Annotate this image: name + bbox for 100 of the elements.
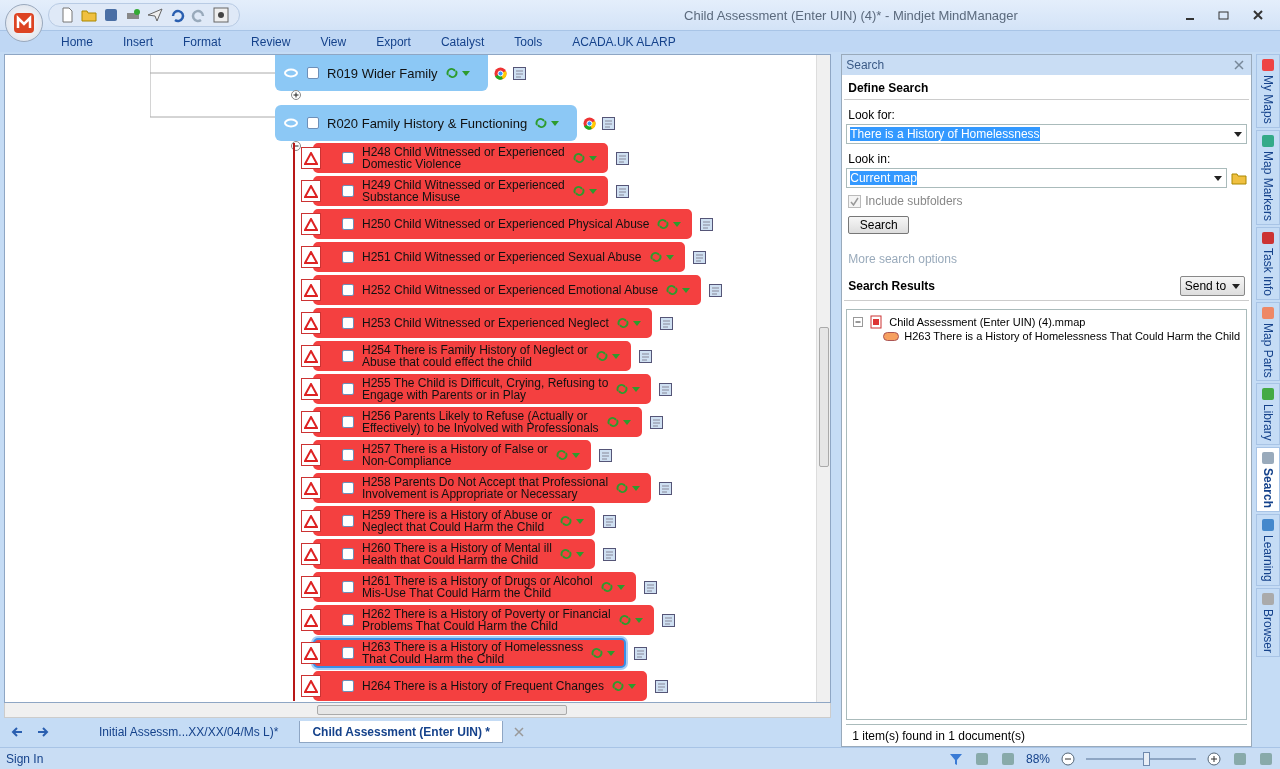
slider-thumb[interactable] [1142,751,1150,766]
topic[interactable]: H258 Parents Do Not Accept that Professional Involvement is Appropriate or Necessary [313,473,652,503]
side-tab[interactable]: Map Parts [1256,301,1280,382]
document-tab[interactable]: Child Assessment (Enter UIN) * [299,721,503,743]
ribbon-tab[interactable]: View [305,34,362,49]
side-tab[interactable]: Search [1256,447,1280,513]
checkbox[interactable] [342,383,354,395]
note-icon[interactable] [661,613,675,627]
checkbox[interactable] [342,350,354,362]
document-icon[interactable] [868,314,885,330]
result-item[interactable]: Child Assessment (Enter UIN) (4).mmap [889,316,1086,328]
topic[interactable]: H263 There is a History of Homelessness That Could Harm the Child [313,638,627,668]
redo-icon[interactable] [191,7,207,23]
collapse-icon[interactable] [853,317,864,327]
topic[interactable]: H261 There is a History of Drugs or Alcohol Mis-Use That Could Harm the Child [313,572,636,602]
undo-icon[interactable] [169,7,185,23]
browser-icon[interactable] [583,116,597,130]
topic[interactable]: H259 There is a History of Abuse or Neglect that Could Harm the Child [313,506,595,536]
collapse-icon[interactable] [291,141,301,151]
expand-icon[interactable] [291,90,301,100]
note-icon[interactable] [634,646,648,660]
note-icon[interactable] [615,151,629,165]
caret-icon[interactable] [1214,175,1223,181]
refresh-icon[interactable] [445,67,472,79]
ribbon-tab[interactable]: Catalyst [425,34,500,49]
checkbox[interactable] [342,449,354,461]
caret-icon[interactable] [1232,283,1241,289]
ribbon-tab[interactable]: ACADA.UK ALARP [557,34,691,49]
document-tab[interactable]: Initial Assessm...XX/XX/04/Ms L)* [86,721,292,743]
send-icon[interactable] [147,7,163,23]
sign-in-button[interactable]: Sign In [6,751,44,766]
note-icon[interactable] [602,547,616,561]
checkbox[interactable] [342,581,354,593]
note-icon[interactable] [649,415,663,429]
ribbon-tab[interactable]: Format [168,34,237,49]
note-icon[interactable] [659,481,673,495]
folder-icon[interactable] [1231,170,1248,186]
note-icon[interactable] [602,116,616,130]
topic[interactable]: H248 Child Witnessed or Experienced Domestic Violence [313,143,608,173]
app-menu-button[interactable] [5,4,43,42]
checkbox[interactable] [342,251,354,263]
note-icon[interactable] [638,349,652,363]
topic[interactable]: H250 Child Witnessed or Experienced Physical Abuse [313,209,693,239]
checkbox[interactable] [342,647,354,659]
folder-icon[interactable] [81,7,97,23]
zoom-out-icon[interactable] [1060,750,1076,767]
checkbox[interactable] [342,152,354,164]
topic[interactable]: H254 There is Family History of Neglect or Abuse that could effect the child [313,341,631,371]
checkbox[interactable] [342,284,354,296]
side-tab[interactable]: Library [1256,383,1280,446]
side-tab[interactable]: Task Info [1256,226,1280,300]
topic[interactable]: H253 Child Witnessed or Experienced Neglect [313,308,652,338]
new-document-icon[interactable] [59,7,75,23]
side-tab[interactable]: Map Markers [1256,129,1280,225]
zoom-in-icon[interactable] [1206,750,1222,767]
checkbox[interactable] [342,416,354,428]
side-tab[interactable]: Learning [1256,514,1280,586]
refresh-icon[interactable] [535,117,562,129]
caret-icon[interactable] [1234,131,1243,137]
note-icon[interactable] [709,283,723,297]
note-icon[interactable] [598,448,612,462]
vertical-scrollbar[interactable] [816,55,831,702]
topic[interactable]: H255 The Child is Difficult, Crying, Refusing to Engage with Parents or in Play [313,374,652,404]
topic[interactable]: H262 There is a History of Poverty or Financial Problems That Could Harm the Child [313,605,654,635]
send-to-button[interactable]: Send to [1179,276,1246,296]
checkbox[interactable] [342,482,354,494]
topic[interactable]: H256 Parents Likely to Refuse (Actually or Effectively) to be Involved with Professionals [313,407,642,437]
topic[interactable]: H251 Child Witnessed or Experienced Sexual Abuse [313,242,685,272]
note-icon[interactable] [512,66,526,80]
topic[interactable]: H257 There is a History of False or Non-Compliance [313,440,591,470]
note-icon[interactable] [615,184,629,198]
topic[interactable]: H264 There is a History of Frequent Changes [313,671,647,701]
search-button[interactable]: Search [848,216,910,234]
result-item[interactable]: H263 There is a History of Homelessness That Could Harm the Child [904,330,1241,342]
ribbon-tab[interactable]: Home [46,34,108,49]
checkbox[interactable] [342,515,354,527]
note-icon[interactable] [654,679,668,693]
side-tab[interactable]: Browser [1256,587,1280,657]
parent-topic[interactable]: R020 Family History & Functioning [275,105,578,141]
note-icon[interactable] [659,382,673,396]
checkbox[interactable] [307,117,319,129]
ribbon-tab[interactable]: Tools [499,34,558,49]
note-icon[interactable] [700,217,714,231]
note-icon[interactable] [643,580,657,594]
checkbox[interactable] [342,680,354,692]
checkbox[interactable] [342,218,354,230]
ribbon-tab[interactable]: Insert [108,34,169,49]
topic[interactable]: H260 There is a History of Mental ill Health that Could Harm the Child [313,539,595,569]
checkbox[interactable] [342,548,354,560]
checkbox[interactable] [342,185,354,197]
checkbox[interactable] [342,614,354,626]
checkbox[interactable] [342,317,354,329]
note-icon[interactable] [602,514,616,528]
note-icon[interactable] [692,250,706,264]
topic[interactable]: H252 Child Witnessed or Experienced Emotional Abuse [313,275,702,305]
ribbon-tab[interactable]: Export [361,34,426,49]
browser-icon[interactable] [493,66,507,80]
side-tab[interactable]: My Maps [1256,54,1280,128]
note-icon[interactable] [659,316,673,330]
topic[interactable]: H249 Child Witnessed or Experienced Substance Misuse [313,176,608,206]
